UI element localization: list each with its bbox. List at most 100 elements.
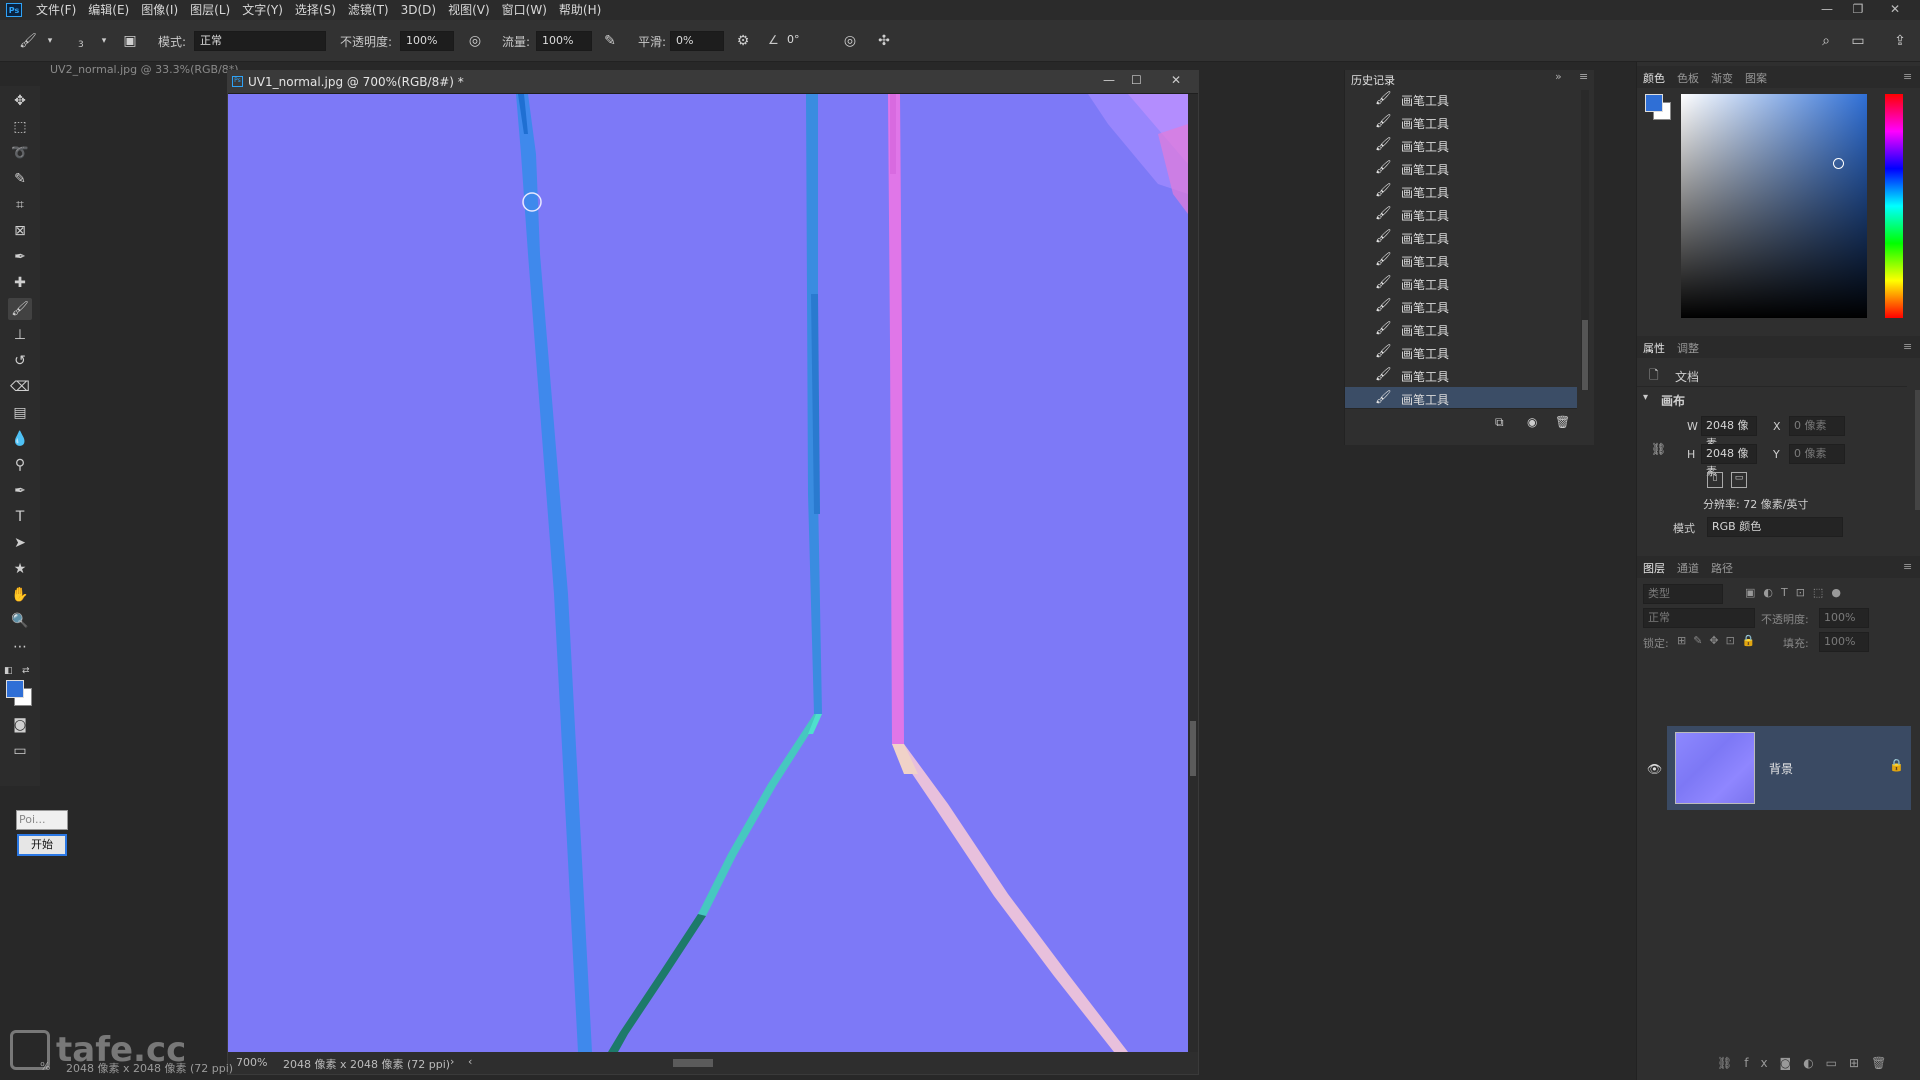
- zoom-tool-icon[interactable]: 🔍: [8, 610, 32, 632]
- x-input[interactable]: 0 像素: [1789, 416, 1845, 436]
- fill-input[interactable]: 100%: [1819, 632, 1869, 652]
- tab-channels[interactable]: 通道: [1677, 560, 1699, 576]
- brush-tool-icon[interactable]: 🖌: [18, 31, 38, 51]
- blend-mode-select[interactable]: 正常: [1643, 608, 1755, 628]
- scrollbar-thumb[interactable]: [1190, 721, 1196, 776]
- flow-input[interactable]: 100%: [536, 31, 592, 51]
- history-item[interactable]: 🖌 画笔工具: [1345, 295, 1577, 318]
- lock-icon[interactable]: 🔒: [1889, 758, 1904, 772]
- menu-view[interactable]: 视图(V): [442, 0, 496, 20]
- eraser-tool-icon[interactable]: ⌫: [8, 376, 32, 398]
- color-field[interactable]: [1681, 94, 1867, 318]
- chevron-right-icon[interactable]: ›: [450, 1055, 454, 1068]
- search-icon[interactable]: ⌕: [1816, 31, 1836, 51]
- panel-menu-icon[interactable]: ≡: [1579, 70, 1588, 83]
- blur-tool-icon[interactable]: 💧: [8, 428, 32, 450]
- camera-icon[interactable]: ◉: [1527, 415, 1537, 429]
- hand-tool-icon[interactable]: ✋: [8, 584, 32, 606]
- link-icon[interactable]: ⛓: [1651, 442, 1666, 456]
- menu-help[interactable]: 帮助(H): [553, 0, 607, 20]
- zoom-level[interactable]: 700%: [236, 1056, 267, 1069]
- layer-opacity-input[interactable]: 100%: [1819, 608, 1869, 628]
- history-item[interactable]: 🖌 画笔工具: [1345, 111, 1577, 134]
- document-title-bar[interactable]: Ps UV1_normal.jpg @ 700%(RGB/8#) * — ☐ ✕: [228, 71, 1198, 93]
- swap-colors-icon[interactable]: ⇄: [22, 666, 34, 676]
- history-scrollbar-thumb[interactable]: [1582, 320, 1588, 390]
- history-item[interactable]: 🖌 画笔工具: [1345, 134, 1577, 157]
- airbrush-icon[interactable]: ✎: [600, 31, 620, 51]
- tab-swatches[interactable]: 色板: [1677, 70, 1699, 86]
- angle-input[interactable]: 0°: [782, 31, 822, 51]
- smoothing-input[interactable]: 0%: [670, 31, 724, 51]
- tab-patterns[interactable]: 图案: [1745, 70, 1767, 86]
- layer-name[interactable]: 背景: [1769, 760, 1793, 777]
- history-item[interactable]: 🖌 画笔工具: [1345, 249, 1577, 272]
- pen-tool-icon[interactable]: ✒: [8, 480, 32, 502]
- path-select-tool-icon[interactable]: ➤: [8, 532, 32, 554]
- menu-image[interactable]: 图像(I): [135, 0, 184, 20]
- tab-layers[interactable]: 图层: [1643, 560, 1665, 576]
- portrait-icon[interactable]: ▯: [1707, 472, 1723, 488]
- history-item[interactable]: 🖌 画笔工具: [1345, 364, 1577, 387]
- background-document-tab[interactable]: UV2_normal.jpg @ 33.3%(RGB/8*): [50, 63, 239, 76]
- width-input[interactable]: 2048 像素: [1701, 416, 1757, 450]
- properties-scrollbar[interactable]: [1915, 390, 1920, 510]
- menu-edit[interactable]: 编辑(E): [82, 0, 135, 20]
- menu-file[interactable]: 文件(F): [30, 0, 82, 20]
- screen-mode-icon[interactable]: ▭: [8, 740, 32, 762]
- color-mode-select[interactable]: RGB 颜色: [1707, 517, 1843, 537]
- visibility-eye-icon[interactable]: 👁: [1647, 762, 1662, 776]
- move-tool-icon[interactable]: ✥: [8, 90, 32, 112]
- history-tab[interactable]: 历史记录: [1351, 72, 1395, 88]
- history-item[interactable]: 🖌 画笔工具: [1345, 88, 1577, 111]
- collapse-panel-icon[interactable]: »: [1555, 70, 1562, 83]
- pressure-size-icon[interactable]: ◎: [840, 31, 860, 51]
- chevron-down-icon[interactable]: ▾: [40, 31, 60, 51]
- frame-tool-icon[interactable]: ⊠: [8, 220, 32, 242]
- close-icon[interactable]: ✕: [1875, 0, 1915, 20]
- eyedropper-tool-icon[interactable]: ✒: [8, 246, 32, 268]
- trash-icon[interactable]: 🗑: [1555, 415, 1570, 429]
- chevron-down-icon[interactable]: ▾: [1643, 392, 1648, 403]
- new-document-from-state-icon[interactable]: ⧉: [1495, 415, 1504, 430]
- panel-menu-icon[interactable]: ≡: [1903, 560, 1912, 573]
- tab-adjustments[interactable]: 调整: [1677, 340, 1699, 356]
- history-item[interactable]: 🖌 画笔工具: [1345, 387, 1577, 408]
- hue-slider[interactable]: [1885, 94, 1903, 318]
- height-input[interactable]: 2048 像素: [1701, 444, 1757, 478]
- y-input[interactable]: 0 像素: [1789, 444, 1845, 464]
- layer-row[interactable]: 背景 🔒: [1667, 726, 1911, 810]
- canvas-section-title[interactable]: 画布: [1661, 392, 1685, 409]
- history-item[interactable]: 🖌 画笔工具: [1345, 180, 1577, 203]
- shape-tool-icon[interactable]: ★: [8, 558, 32, 580]
- gradient-tool-icon[interactable]: ▤: [8, 402, 32, 424]
- opacity-input[interactable]: 100%: [400, 31, 454, 51]
- brush-size-value[interactable]: 3: [78, 40, 84, 50]
- gear-icon[interactable]: ⚙: [733, 31, 753, 51]
- history-item[interactable]: 🖌 画笔工具: [1345, 272, 1577, 295]
- popup-input[interactable]: Poi...: [16, 810, 68, 830]
- horizontal-scrollbar-thumb[interactable]: [673, 1059, 713, 1067]
- type-tool-icon[interactable]: T: [8, 506, 32, 528]
- restore-icon[interactable]: ❐: [1838, 0, 1878, 20]
- menu-3d[interactable]: 3D(D): [395, 0, 442, 20]
- lasso-tool-icon[interactable]: ➰: [8, 142, 32, 164]
- layer-filter-icons[interactable]: ▣◐T⊡⬚●: [1745, 586, 1849, 599]
- mode-select[interactable]: 正常: [194, 31, 326, 51]
- menu-filter[interactable]: 滤镜(T): [342, 0, 395, 20]
- share-icon[interactable]: ⇪: [1890, 31, 1910, 51]
- menu-select[interactable]: 选择(S): [289, 0, 342, 20]
- quick-mask-icon[interactable]: ◙: [8, 714, 32, 736]
- canvas[interactable]: [228, 94, 1188, 1052]
- lock-icons[interactable]: ⊞✎✥⊡🔒: [1677, 634, 1763, 647]
- start-button[interactable]: 开始: [17, 834, 67, 856]
- vertical-scrollbar[interactable]: [1188, 94, 1198, 1052]
- pressure-opacity-icon[interactable]: ◎: [465, 31, 485, 51]
- tab-color[interactable]: 颜色: [1643, 70, 1665, 86]
- crop-tool-icon[interactable]: ⌗: [8, 194, 32, 216]
- landscape-icon[interactable]: ▭: [1731, 472, 1747, 488]
- color-foreground-swatch[interactable]: [1645, 94, 1663, 112]
- history-brush-tool-icon[interactable]: ↺: [8, 350, 32, 372]
- stamp-tool-icon[interactable]: ⊥: [8, 324, 32, 346]
- menu-window[interactable]: 窗口(W): [496, 0, 553, 20]
